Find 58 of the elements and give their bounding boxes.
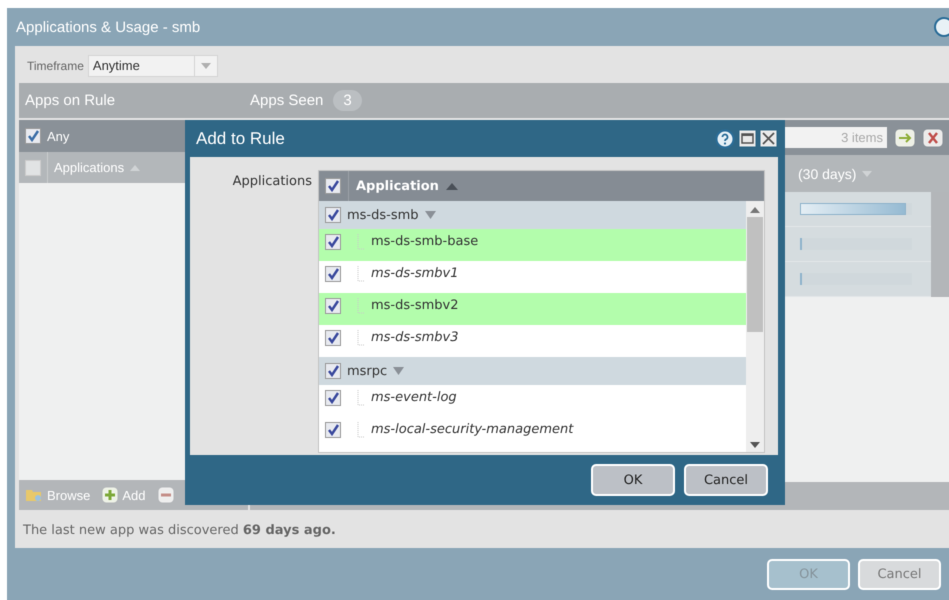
- help-icon[interactable]: [715, 128, 735, 148]
- apps-seen-title: Apps Seen: [250, 92, 324, 109]
- add-icon: [102, 487, 118, 503]
- sort-down-icon: [862, 170, 872, 176]
- row-checkbox[interactable]: [325, 266, 341, 282]
- tree-line-icon: [357, 234, 365, 250]
- row-checkbox[interactable]: [325, 330, 341, 346]
- table-row[interactable]: ms-ds-smbv2: [319, 293, 746, 325]
- application-name: ms-ds-smbv2: [371, 298, 458, 313]
- window-title: Applications & Usage - smb: [16, 18, 200, 36]
- status-text: The last new app was discovered 69 days ago.: [22, 523, 337, 538]
- folder-icon: [25, 487, 43, 503]
- application-name: ms-ds-smbv3: [371, 330, 458, 345]
- scrollbar[interactable]: [746, 201, 764, 452]
- tree-line-icon: [357, 298, 365, 314]
- sort-up-icon: [446, 182, 458, 190]
- sort-up-icon: [130, 164, 140, 170]
- row-checkbox[interactable]: [325, 422, 341, 438]
- select-all-checkbox[interactable]: [25, 160, 41, 176]
- row-checkbox[interactable]: [325, 363, 341, 379]
- any-label: Any: [47, 128, 70, 144]
- scrollbar-thumb[interactable]: [747, 217, 763, 332]
- applications-label: Applications: [232, 173, 313, 191]
- tree-line-icon: [357, 422, 365, 438]
- row-checkbox[interactable]: [325, 390, 341, 406]
- select-all-checkbox[interactable]: [325, 178, 341, 194]
- table-row[interactable]: ms-ds-smb-base: [319, 229, 746, 261]
- application-name: ms-ds-smbv1: [371, 266, 458, 281]
- timeframe-label: Timeframe: [27, 59, 84, 73]
- table-row[interactable]: msrpc: [319, 357, 746, 385]
- row-checkbox[interactable]: [325, 298, 341, 314]
- scroll-up-icon[interactable]: [750, 207, 760, 213]
- help-icon[interactable]: [933, 17, 949, 37]
- application-name: ms-event-log: [371, 390, 457, 405]
- row-checkbox[interactable]: [325, 234, 341, 250]
- close-icon[interactable]: [923, 128, 943, 146]
- group-label: ms-ds-smb: [347, 208, 419, 222]
- maximize-icon[interactable]: [739, 130, 756, 147]
- remove-icon: [158, 487, 174, 503]
- close-icon[interactable]: [760, 130, 777, 147]
- tree-line-icon: [357, 266, 365, 282]
- timeframe-dropdown[interactable]: Anytime: [88, 55, 218, 77]
- row-checkbox[interactable]: [325, 207, 341, 223]
- application-name: ms-local-security-management: [371, 422, 574, 437]
- apps-on-rule-title: Apps on Rule: [24, 92, 116, 109]
- table-row[interactable]: ms-ds-smb: [319, 201, 746, 229]
- arrow-right-icon[interactable]: [895, 128, 915, 146]
- any-checkbox[interactable]: [25, 128, 41, 144]
- apps-seen-count: 3: [333, 90, 362, 111]
- tree-line-icon: [357, 390, 365, 406]
- dropdown-arrow-icon: [200, 63, 211, 69]
- application-name: ms-ds-smb-base: [371, 234, 478, 249]
- group-label: msrpc: [347, 364, 388, 378]
- scroll-down-icon[interactable]: [750, 442, 760, 448]
- dialog-title: Add to Rule: [196, 128, 285, 148]
- dialog-button[interactable]: Cancel: [684, 464, 768, 496]
- tree-line-icon: [357, 330, 365, 346]
- dialog-button[interactable]: OK: [591, 464, 675, 496]
